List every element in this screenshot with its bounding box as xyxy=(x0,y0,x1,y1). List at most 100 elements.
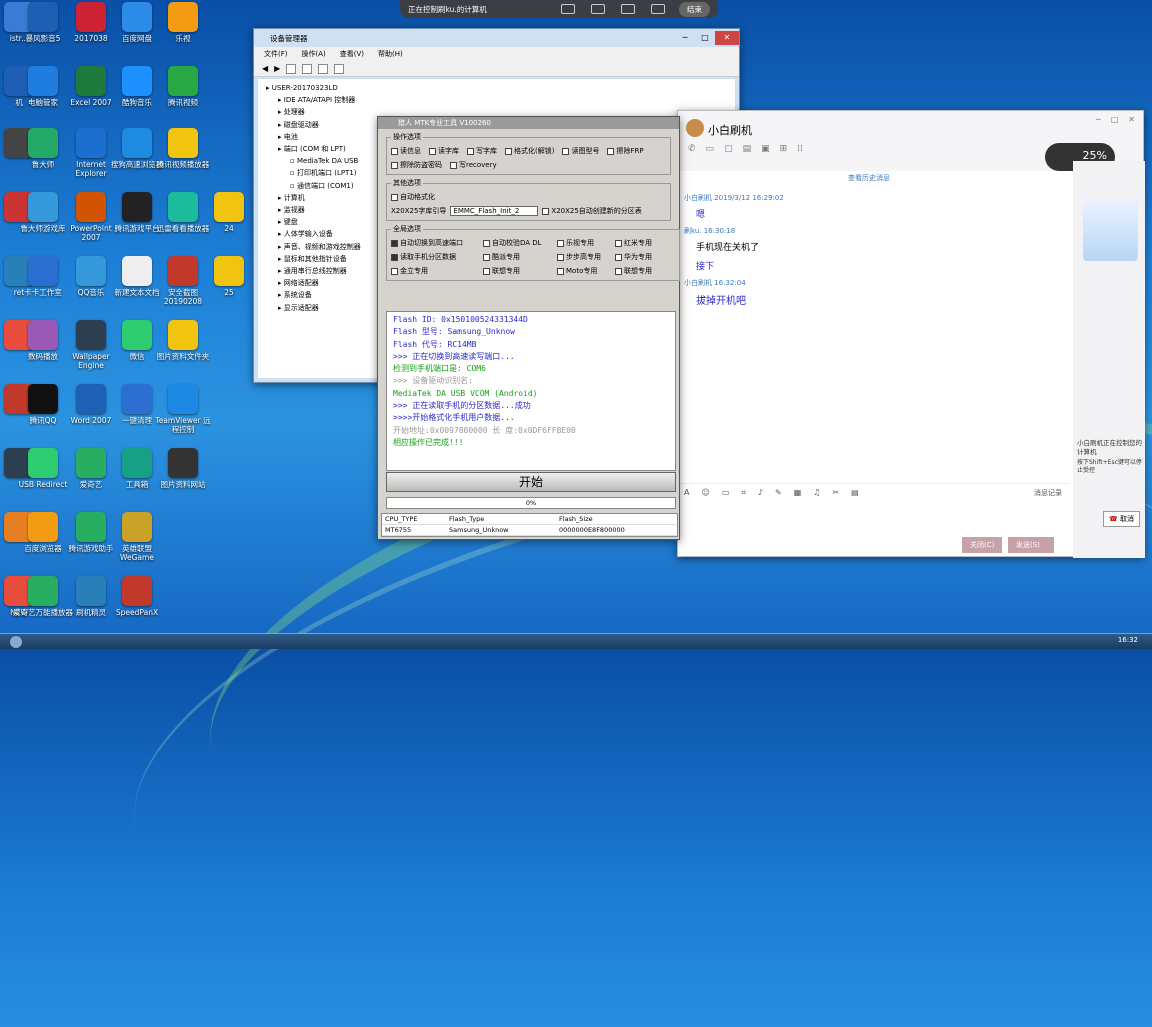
message-record[interactable]: 消息记录 xyxy=(1034,488,1062,498)
add-icon[interactable]: ⊞ xyxy=(780,144,788,154)
close-chat-button[interactable]: 关闭(C) xyxy=(962,537,1003,553)
avatar xyxy=(686,119,704,137)
apps-icon[interactable]: ⁞⁞ xyxy=(797,144,803,154)
clock[interactable]: 16:32 xyxy=(1118,636,1138,644)
global-checkbox[interactable]: 华为专用 xyxy=(615,252,667,262)
tree-label: 显示适配器 xyxy=(283,303,319,312)
desktop-icon[interactable]: 腾讯视频 xyxy=(152,66,214,107)
desktop-icon[interactable]: TeamViewer 远程控制 xyxy=(152,384,214,434)
global-checkbox[interactable]: 联想专用 xyxy=(615,266,667,276)
send-button[interactable]: 发送(S) xyxy=(1008,537,1054,553)
font-icon[interactable]: A xyxy=(684,488,689,497)
maximize-button[interactable]: □ xyxy=(695,31,715,45)
desktop-icon-label: 乐视 xyxy=(175,34,191,43)
message-sender: 刷ku. 16:30:18 xyxy=(684,227,736,235)
start-button[interactable]: 开始 xyxy=(386,472,676,492)
minimize-button[interactable]: ─ xyxy=(1096,115,1101,124)
screenshot-icon[interactable] xyxy=(561,4,575,14)
op-checkbox[interactable]: 擦除防盗密码 xyxy=(391,160,442,170)
op-checkbox[interactable]: 写recovery xyxy=(450,160,497,170)
app-icon xyxy=(28,192,58,222)
app-icon xyxy=(168,128,198,158)
remote-icon[interactable]: ▣ xyxy=(761,144,770,154)
app-icon xyxy=(122,192,152,222)
other-options: 其他选项 自动格式化 X20X25字库引导 EMMC_Flash_Init_2 … xyxy=(386,178,671,221)
global-checkbox[interactable]: 联想专用 xyxy=(483,266,549,276)
minimize-button[interactable]: ─ xyxy=(675,31,695,45)
file-icon[interactable]: ▤ xyxy=(851,488,859,497)
music-icon[interactable]: ♫ xyxy=(813,488,820,497)
op-checkbox[interactable]: 读字库 xyxy=(429,146,459,156)
global-checkbox[interactable]: 自动校验DA DL xyxy=(483,238,549,248)
forward-icon[interactable]: ▶ xyxy=(274,64,280,73)
screenshot-icon[interactable]: ⌗ xyxy=(741,488,746,498)
menu-item[interactable]: 文件(F) xyxy=(264,49,288,59)
pin-icon[interactable] xyxy=(651,4,665,14)
tree-label: 打印机端口 (LPT1) xyxy=(296,169,357,178)
op-checkbox[interactable]: 读图型号 xyxy=(562,146,599,156)
desktop-icon[interactable]: 图片资料文件夹 xyxy=(152,320,214,361)
app-icon xyxy=(122,320,152,350)
desktop-icon[interactable]: 图片资料网站 xyxy=(152,448,214,489)
op-checkbox[interactable]: 读信息 xyxy=(391,146,421,156)
message-list: 小白刷机 2019/3/12 16:29:02 嗯刷ku. 16:30:18 手机现… xyxy=(684,193,1064,307)
global-checkbox[interactable]: 步步高专用 xyxy=(557,252,607,262)
app-icon xyxy=(122,2,152,32)
start-icon[interactable] xyxy=(10,636,22,648)
maximize-button[interactable]: □ xyxy=(1111,115,1119,124)
phone-icon[interactable]: ✆ xyxy=(688,144,696,154)
global-checkbox[interactable]: 红米专用 xyxy=(615,238,667,248)
desktop-icon[interactable]: 英雄联盟 WeGame xyxy=(106,512,168,562)
global-checkbox[interactable]: 读取手机分区数据 xyxy=(391,252,475,262)
help-icon[interactable] xyxy=(318,63,329,74)
menu-item[interactable]: 操作(A) xyxy=(302,49,326,59)
desktop-icon[interactable]: SpeedPanX xyxy=(106,576,168,617)
close-button[interactable]: ✕ xyxy=(715,31,739,45)
desktop-icon[interactable]: 25 xyxy=(198,256,260,297)
image-icon[interactable]: ▦ xyxy=(794,488,802,497)
op-checkbox[interactable]: 写字库 xyxy=(467,146,497,156)
tool-icon[interactable] xyxy=(334,63,345,74)
close-button[interactable]: ✕ xyxy=(1128,115,1135,124)
screen-share-icon[interactable]: ▢ xyxy=(724,144,733,154)
auto-format-checkbox[interactable]: 自动格式化 xyxy=(391,192,435,202)
x20-auto-checkbox[interactable]: X20X25自动创建新的分区表 xyxy=(542,206,642,216)
remote-control-bar: 正在控制刷ku.的计算机 结束 xyxy=(400,0,718,18)
desktop-icon[interactable]: 腾讯视频播放器 xyxy=(152,128,214,169)
scissors-icon[interactable]: ✂ xyxy=(832,488,839,497)
op-checkbox[interactable]: 格式化(解锁) xyxy=(505,146,554,156)
folder-icon[interactable]: ▤ xyxy=(743,144,752,154)
history-link[interactable]: 查看历史消息 xyxy=(848,173,890,183)
desktop-icon[interactable]: 24 xyxy=(198,192,260,233)
tool-icon[interactable] xyxy=(302,63,313,74)
x20-select[interactable]: EMMC_Flash_Init_2 xyxy=(450,206,539,216)
op-checkbox[interactable]: 擦除FRP xyxy=(607,146,644,156)
tree-node[interactable]: ▸ USER-20170323LD xyxy=(266,82,727,94)
global-checkbox[interactable]: 乐视专用 xyxy=(557,238,607,248)
end-button[interactable]: 结束 xyxy=(679,1,710,17)
emoji-icon[interactable]: ☺ xyxy=(701,488,709,497)
tree-label: 通信端口 (COM1) xyxy=(296,181,354,190)
global-checkbox[interactable]: 自动切换到高速端口 xyxy=(391,238,475,248)
tree-label: IDE ATA/ATAPI 控制器 xyxy=(283,96,356,105)
message-text: 拔掉开机吧 xyxy=(696,296,746,307)
gif-icon[interactable]: ▭ xyxy=(722,488,730,497)
window-icon[interactable] xyxy=(621,4,635,14)
tree-label: 端口 (COM 和 LPT) xyxy=(283,145,346,154)
window-title: 设备管理器 xyxy=(270,33,308,43)
menu-item[interactable]: 查看(V) xyxy=(340,49,364,59)
desktop-icon[interactable]: 乐视 xyxy=(152,2,214,43)
mic-icon[interactable]: ♪ xyxy=(758,488,763,497)
menu-item[interactable]: 帮助(H) xyxy=(378,49,403,59)
tool-icon[interactable] xyxy=(286,63,297,74)
message-text: 接下 xyxy=(696,262,715,272)
pen-icon[interactable]: ✎ xyxy=(775,488,782,497)
global-checkbox[interactable]: 金立专用 xyxy=(391,266,475,276)
tree-node[interactable]: ▸ IDE ATA/ATAPI 控制器 xyxy=(266,94,727,106)
back-icon[interactable]: ◀ xyxy=(262,64,268,73)
global-checkbox[interactable]: 酷派专用 xyxy=(483,252,549,262)
video-icon[interactable]: ▭ xyxy=(706,144,715,154)
cancel-button[interactable]: ☎ 取消 xyxy=(1103,511,1140,527)
speaker-icon[interactable] xyxy=(591,4,605,14)
global-checkbox[interactable]: Moto专用 xyxy=(557,266,607,276)
